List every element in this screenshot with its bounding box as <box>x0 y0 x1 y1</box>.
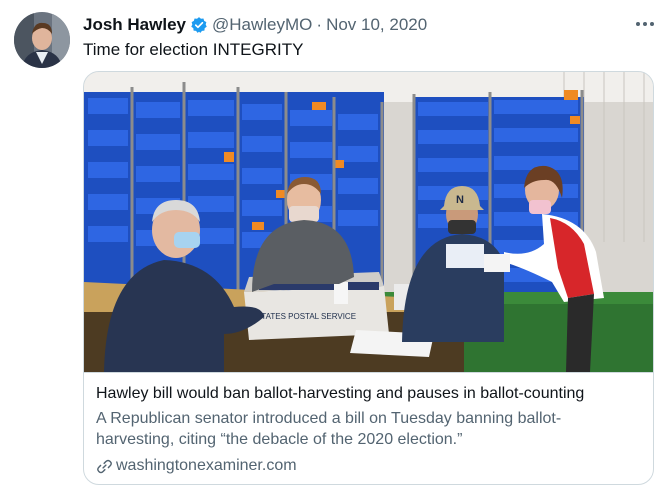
tweet-date[interactable]: Nov 10, 2020 <box>326 15 427 35</box>
tweet-text: Time for election INTEGRITY <box>83 40 304 59</box>
verified-badge-icon <box>190 16 208 34</box>
card-title[interactable]: Hawley bill would ban ballot-harvesting … <box>96 385 584 403</box>
author-handle[interactable]: @HawleyMO <box>212 15 312 35</box>
tweet-header: Josh Hawley @HawleyMO · Nov 10, 2020 <box>83 14 427 36</box>
more-options-icon[interactable] <box>634 13 656 35</box>
cap-letter: N <box>456 194 464 206</box>
box-text: STATES POSTAL SERVICE <box>256 312 356 321</box>
separator-dot: · <box>316 15 323 34</box>
link-card[interactable]: STATES POSTAL SERVICE N Hawley bill woul… <box>83 71 654 485</box>
tweet[interactable]: Josh Hawley @HawleyMO · Nov 10, 2020 Tim… <box>0 0 671 493</box>
author-name[interactable]: Josh Hawley <box>83 15 186 35</box>
card-description: A Republican senator introduced a bill o… <box>96 410 562 448</box>
card-image[interactable]: STATES POSTAL SERVICE N <box>84 72 653 372</box>
card-domain-link[interactable]: washingtonexaminer.com <box>96 457 297 475</box>
avatar[interactable] <box>14 12 70 68</box>
card-body[interactable]: Hawley bill would ban ballot-harvesting … <box>84 372 653 484</box>
link-icon <box>96 458 113 475</box>
card-domain: washingtonexaminer.com <box>116 457 297 474</box>
